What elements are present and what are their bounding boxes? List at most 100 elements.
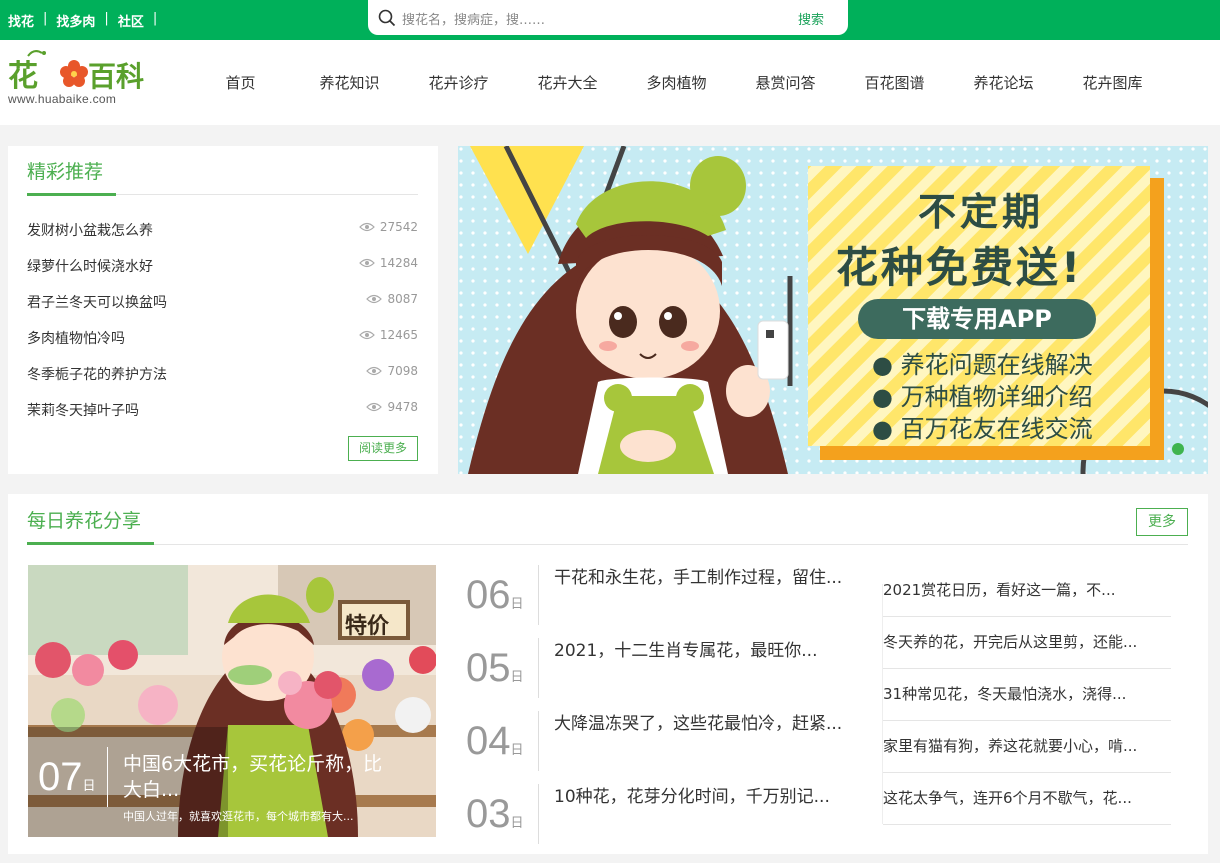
eye-icon [366, 294, 383, 304]
view-count-value: 27542 [379, 220, 418, 234]
featured-divider [107, 747, 108, 807]
nav-item-encyclopedia[interactable]: 花卉大全 [513, 72, 622, 93]
article-title[interactable]: 大降温冻哭了，这些花最怕冷，赶紧... [554, 711, 844, 737]
date-divider [538, 784, 539, 844]
article-day: 03 [466, 792, 511, 836]
recommend-item[interactable]: 绿萝什么时候浇水好 14284 [27, 256, 418, 278]
view-count: 7098 [366, 364, 418, 378]
nav-item-diagnosis[interactable]: 花卉诊疗 [404, 72, 513, 93]
article-day: 06 [466, 573, 511, 617]
divider [154, 544, 1188, 545]
list-item[interactable]: 2021赏花日历，看好这一篇，不... [883, 565, 1171, 617]
site-logo[interactable]: 花 百科 www.huabaike.com [8, 46, 158, 110]
recommend-item[interactable]: 茉莉冬天掉叶子吗 9478 [27, 400, 418, 422]
bullet-dot-icon: ● [872, 415, 901, 443]
view-count: 8087 [366, 292, 418, 306]
separator: | [152, 11, 158, 26]
svg-text:百科: 百科 [88, 60, 144, 92]
svg-text:花: 花 [8, 59, 38, 92]
article-day-suffix: 日 [510, 596, 524, 611]
recommend-item-title[interactable]: 冬季栀子花的养护方法 [27, 367, 167, 383]
read-more-button[interactable]: 阅读更多 [348, 436, 418, 461]
banner-bullet: ● 万种植物详细介绍 [872, 383, 1093, 411]
dated-article[interactable]: 03日 10种花，花芽分化时间，千万别记... [466, 784, 830, 844]
recommend-item-title[interactable]: 多肉植物怕冷吗 [27, 331, 125, 347]
featured-title[interactable]: 中国6大花市，买花论斤称，比大白... [123, 751, 398, 803]
main-nav: 首页 养花知识 花卉诊疗 花卉大全 多肉植物 悬赏问答 百花图谱 养花论坛 花卉… [186, 72, 1167, 93]
featured-day-suffix: 日 [82, 779, 96, 794]
article-title[interactable]: 2021，十二生肖专属花，最旺你... [554, 638, 844, 664]
nav-item-gallery[interactable]: 花卉图库 [1058, 72, 1167, 93]
nav-item-bounty-qa[interactable]: 悬赏问答 [731, 72, 840, 93]
article-title[interactable]: 干花和永生花，手工制作过程，留住... [554, 565, 844, 591]
article-date: 04日 [466, 719, 524, 764]
article-date: 06日 [466, 573, 524, 618]
link-find-succulent[interactable]: 找多肉 [56, 11, 95, 30]
article-title[interactable]: 10种花，花芽分化时间，千万别记... [554, 784, 844, 810]
view-count-value: 12465 [379, 328, 418, 342]
bullet-dot-icon: ● [872, 351, 901, 379]
eye-icon [366, 366, 383, 376]
daily-share-panel: 每日养花分享 更多 特价 07日 中国6大花市，买花论斤称，比大白... 中国人… [8, 494, 1208, 854]
link-community[interactable]: 社区 [118, 11, 144, 30]
more-button[interactable]: 更多 [1136, 508, 1188, 536]
bullet-dot-icon: ● [872, 383, 901, 411]
top-bar: 找花 | 找多肉 | 社区 | 搜花名，搜病症，搜…… 搜索 [0, 0, 1220, 40]
nav-item-succulents[interactable]: 多肉植物 [622, 72, 731, 93]
view-count: 12465 [358, 328, 418, 342]
link-find-flower[interactable]: 找花 [8, 11, 34, 30]
search-input[interactable]: 搜花名，搜病症，搜…… [402, 9, 545, 28]
dated-article[interactable]: 05日 2021，十二生肖专属花，最旺你... [466, 638, 826, 698]
separator: | [104, 11, 109, 26]
search-box: 搜花名，搜病症，搜…… 搜索 [368, 0, 848, 35]
recommend-title: 精彩推荐 [27, 161, 104, 183]
dated-article[interactable]: 04日 大降温冻哭了，这些花最怕冷，赶紧... [466, 711, 842, 771]
list-item[interactable]: 家里有猫有狗，养这花就要小心，啃... [883, 721, 1171, 773]
article-day: 05 [466, 646, 511, 690]
recommend-item-title[interactable]: 发财树小盆栽怎么养 [27, 223, 153, 239]
banner-bullet: ● 养花问题在线解决 [872, 351, 1093, 379]
recommend-item-title[interactable]: 茉莉冬天掉叶子吗 [27, 403, 139, 419]
download-app-button[interactable]: 下载专用APP [858, 299, 1096, 339]
dated-article[interactable]: 06日 干花和永生花，手工制作过程，留住... [466, 565, 842, 625]
featured-date: 07日 [38, 755, 96, 800]
site-header: 花 百科 www.huabaike.com 首页 养花知识 花卉诊疗 花卉大全 … [0, 40, 1220, 125]
recommend-item-title[interactable]: 君子兰冬天可以换盆吗 [27, 295, 167, 311]
recommend-item-title[interactable]: 绿萝什么时候浇水好 [27, 259, 153, 275]
article-day: 04 [466, 719, 511, 763]
recommend-item[interactable]: 君子兰冬天可以换盆吗 8087 [27, 292, 418, 314]
nav-item-home[interactable]: 首页 [186, 72, 295, 93]
search-icon [378, 9, 396, 31]
banner-illustration [458, 146, 1208, 474]
view-count-value: 9478 [387, 400, 418, 414]
eye-icon [358, 330, 375, 340]
recommend-item[interactable]: 多肉植物怕冷吗 12465 [27, 328, 418, 350]
nav-item-forum[interactable]: 养花论坛 [949, 72, 1058, 93]
banner-bullet: ● 百万花友在线交流 [872, 415, 1093, 443]
recommend-item[interactable]: 冬季栀子花的养护方法 7098 [27, 364, 418, 386]
view-count-value: 7098 [387, 364, 418, 378]
date-divider [538, 565, 539, 625]
list-item[interactable]: 这花太争气，连开6个月不歇气，花... [883, 773, 1171, 825]
title-underline [27, 542, 154, 545]
list-item[interactable]: 31种常见花，冬天最怕浇水，浇得... [883, 669, 1171, 721]
divider [116, 194, 418, 195]
eye-icon [358, 222, 375, 232]
view-count-value: 14284 [379, 256, 418, 270]
featured-desc: 中国人过年，就喜欢逛花市，每个城市都有大... [123, 810, 354, 823]
featured-article[interactable]: 特价 07日 中国6大花市，买花论斤称，比大白... 中国人过年，就喜欢逛花市，… [28, 565, 436, 837]
recommend-panel: 精彩推荐 发财树小盆栽怎么养 27542 绿萝什么时候浇水好 14284 君子兰… [8, 146, 438, 474]
article-day-suffix: 日 [510, 742, 524, 757]
date-divider [538, 711, 539, 771]
nav-item-atlas[interactable]: 百花图谱 [840, 72, 949, 93]
view-count: 9478 [366, 400, 418, 414]
eye-icon [358, 258, 375, 268]
search-button[interactable]: 搜索 [798, 9, 824, 28]
recommend-item[interactable]: 发财树小盆栽怎么养 27542 [27, 220, 418, 242]
list-item[interactable]: 冬天养的花，开完后从这里剪，还能... [883, 617, 1171, 669]
featured-day: 07 [38, 755, 83, 799]
top-links: 找花 | 找多肉 | 社区 | [8, 11, 157, 30]
nav-item-knowledge[interactable]: 养花知识 [295, 72, 404, 93]
view-count: 27542 [358, 220, 418, 234]
promo-banner[interactable]: 不定期 花种免费送! 下载专用APP ● 养花问题在线解决 ● 万种植物详细介绍… [458, 146, 1208, 474]
